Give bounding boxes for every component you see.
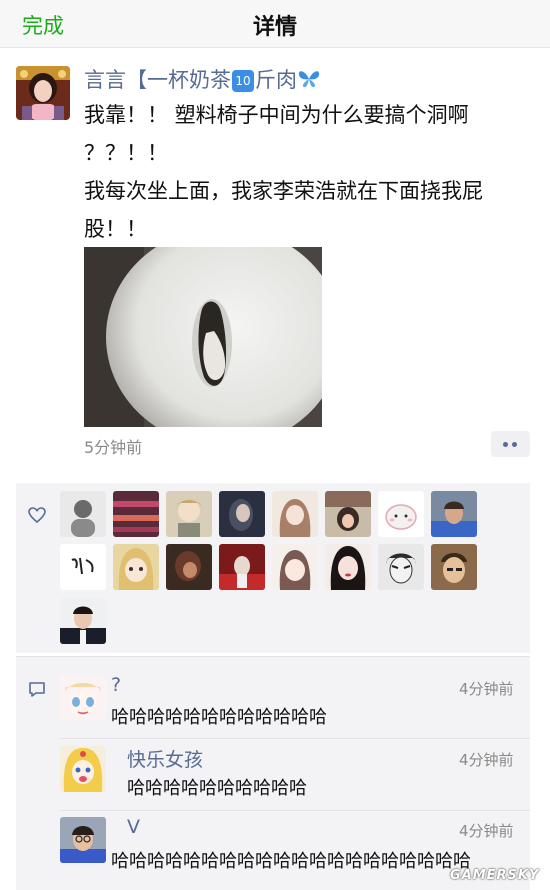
liker-avatar[interactable] [431,544,477,590]
liker-avatar[interactable] [113,491,159,537]
liker-avatar[interactable] [166,544,212,590]
comments-panel: ? 4分钟前 哈哈哈哈哈哈哈哈哈哈哈哈 快乐女孩 4分钟前 哈哈哈哈哈哈哈哈哈哈… [16,657,530,890]
commenter-avatar[interactable] [60,817,106,863]
comment-icon [28,681,46,702]
comment-divider [60,738,530,739]
liker-avatar[interactable] [325,491,371,537]
dot-icon [503,442,508,447]
liker-avatar[interactable] [60,491,106,537]
comment-text: 哈哈哈哈哈哈哈哈哈哈哈哈 [111,707,327,728]
liker-avatar[interactable] [272,491,318,537]
post-time: 5分钟前 [84,438,143,457]
liker-avatar[interactable] [166,491,212,537]
comment-text: 哈哈哈哈哈哈哈哈哈哈哈哈哈哈哈哈哈哈哈哈 [111,851,471,872]
liker-avatar[interactable] [60,544,106,590]
liker-avatar[interactable] [431,491,477,537]
post-line: 我每次坐上面，我家李荣浩就在下面挠我屁 [84,179,483,203]
liker-avatar[interactable] [378,491,424,537]
comment-text: 哈哈哈哈哈哈哈哈哈哈 [127,778,307,799]
heart-icon [28,507,46,527]
commenter-avatar[interactable] [60,675,106,721]
commenter-name[interactable]: V [127,816,140,838]
author-name[interactable]: 言言【一杯奶茶 10 斤肉 [84,64,321,94]
liker-avatar[interactable] [219,491,265,537]
post-photo[interactable] [84,247,322,427]
commenter-avatar[interactable] [60,746,106,792]
liker-avatar[interactable] [325,544,371,590]
nav-bar: 完成 详情 [0,0,550,48]
page-title: 详情 [252,15,297,40]
keycap-ten-icon: 10 [232,70,254,92]
comment-time: 4分钟前 [459,822,514,840]
post-line: 我靠！！ 塑料椅子中间为什么要搞个洞啊 [84,103,469,127]
comment-time: 4分钟前 [459,751,514,769]
post-line: ？？！！ [84,141,168,165]
liker-avatar[interactable] [60,598,106,644]
likes-panel [16,483,530,653]
butterfly-icon [297,68,321,92]
dot-icon [512,442,517,447]
liker-avatar[interactable] [378,544,424,590]
commenter-name[interactable]: 快乐女孩 [127,745,203,772]
more-options-button[interactable] [491,431,530,457]
author-avatar[interactable] [16,66,70,120]
author-name-suffix: 斤肉 [255,68,297,92]
post-line: 股！！ [84,217,147,241]
comment-divider [60,810,530,811]
watermark-logo: GAMERSKY [450,868,540,883]
liker-avatar[interactable] [113,544,159,590]
commenter-name[interactable]: ? [111,674,121,696]
liker-avatar[interactable] [219,544,265,590]
author-name-text: 言言【一杯奶茶 [84,68,231,92]
liker-avatar[interactable] [272,544,318,590]
comment-time: 4分钟前 [459,680,514,698]
